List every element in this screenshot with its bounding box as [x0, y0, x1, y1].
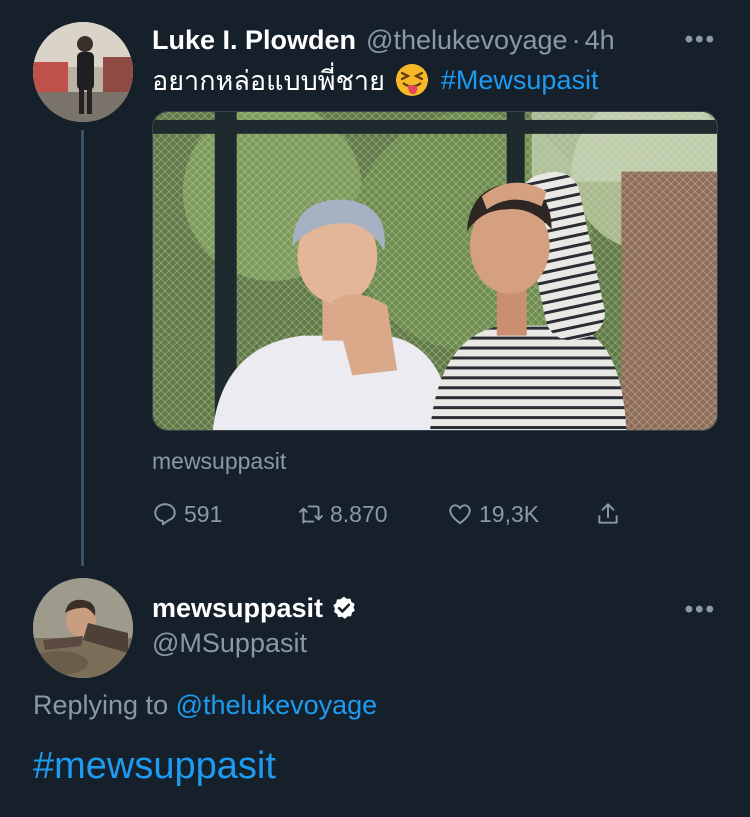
reply-icon — [154, 503, 176, 526]
reply-hashtag-link[interactable]: #mewsuppasit — [33, 745, 276, 788]
tweet-actions: 591 8.870 19,3K — [152, 494, 712, 534]
hashtag-link[interactable]: #Mewsupasit — [441, 65, 599, 96]
verified-badge-icon — [333, 596, 355, 619]
retweet-count: 8.870 — [330, 500, 388, 527]
tweet-header: Luke I. Plowden @thelukevoyage · 4h ••• — [152, 20, 730, 60]
reply-author-name[interactable]: mewsuppasit — [152, 593, 323, 624]
tweet-text: อยากหล่อแบบพี่ชาย #Mewsupasit — [152, 60, 598, 100]
media-credit[interactable]: mewsuppasit — [152, 448, 286, 475]
like-icon — [449, 504, 471, 525]
share-icon — [598, 503, 618, 524]
reply-button[interactable]: 591 — [152, 494, 222, 534]
avatar-image — [33, 22, 133, 122]
tweet-time[interactable]: 4h — [585, 25, 615, 56]
retweet-icon — [299, 505, 323, 524]
more-icon[interactable]: ••• — [685, 596, 716, 624]
replying-prefix: Replying to — [33, 690, 169, 720]
tweet-text-thai: อยากหล่อแบบพี่ชาย — [152, 65, 385, 96]
reply-author-avatar[interactable] — [33, 578, 133, 678]
replying-to: Replying to @thelukevoyage — [33, 690, 377, 721]
photo-image — [153, 112, 717, 430]
share-button[interactable] — [595, 494, 627, 534]
author-handle[interactable]: @thelukevoyage — [366, 25, 568, 56]
author-name[interactable]: Luke I. Plowden — [152, 25, 356, 56]
author-avatar[interactable] — [33, 22, 133, 122]
reply-author-handle[interactable]: @MSuppasit — [152, 628, 307, 659]
avatar-image — [33, 578, 133, 678]
squinting-face-with-tongue-icon — [395, 63, 429, 97]
like-button[interactable]: 19,3K — [447, 494, 539, 534]
tweet-photo[interactable] — [152, 111, 718, 431]
reply-count: 591 — [184, 500, 223, 527]
thread-connector-line — [81, 130, 84, 566]
retweet-button[interactable]: 8.870 — [298, 494, 388, 534]
reply-header: mewsuppasit — [152, 590, 357, 626]
more-icon[interactable]: ••• — [685, 26, 716, 54]
replying-mention-link[interactable]: @thelukevoyage — [176, 690, 378, 720]
like-count: 19,3K — [479, 500, 540, 527]
separator: · — [571, 24, 581, 55]
